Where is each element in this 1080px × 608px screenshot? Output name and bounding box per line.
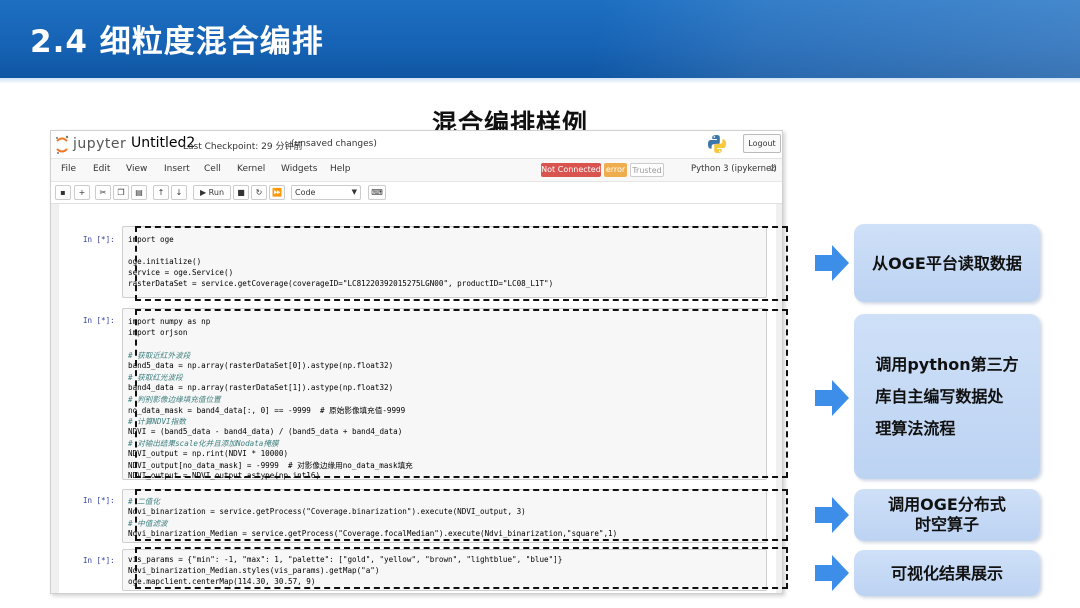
callout-read-data: 从OGE平台读取数据 bbox=[854, 224, 1040, 302]
jupyter-brand[interactable]: jupyter bbox=[73, 136, 126, 152]
highlight-box-oge-operators bbox=[135, 489, 788, 541]
add-cell-icon[interactable]: + bbox=[74, 185, 90, 200]
restart-icon[interactable]: ↻ bbox=[251, 185, 267, 200]
right-arrow-icon bbox=[815, 555, 849, 591]
callout-text: 可视化结果展示 bbox=[890, 563, 1003, 583]
restart-run-all-icon[interactable]: ⏩ bbox=[269, 185, 285, 200]
run-button[interactable]: ▶ Run bbox=[193, 185, 231, 200]
paste-icon[interactable]: ▤ bbox=[131, 185, 147, 200]
callout-visualization: 可视化结果展示 bbox=[854, 550, 1040, 596]
callout-text: 从OGE平台读取数据 bbox=[872, 253, 1022, 273]
cell-prompt: In [*]: bbox=[83, 496, 115, 505]
slide-header-band bbox=[0, 78, 1080, 84]
callout-text: 调用python第三方 库自主编写数据处 理算法流程 bbox=[875, 354, 1019, 438]
cell-prompt: In [*]: bbox=[83, 235, 115, 244]
jupyter-logo-icon[interactable] bbox=[55, 135, 69, 155]
not-connected-badge[interactable]: Not Connected bbox=[541, 163, 601, 177]
chevron-down-icon: ▼ bbox=[351, 188, 357, 196]
menu-cell[interactable]: Cell bbox=[204, 164, 221, 174]
keyboard-icon[interactable]: ⌨ bbox=[368, 185, 386, 200]
copy-icon[interactable]: ❐ bbox=[113, 185, 129, 200]
cell-prompt: In [*]: bbox=[83, 316, 115, 325]
cell-prompt: In [*]: bbox=[83, 556, 115, 565]
cut-icon[interactable]: ✂ bbox=[95, 185, 111, 200]
move-up-icon[interactable]: ↑ bbox=[153, 185, 169, 200]
cell-type-value: Code bbox=[295, 188, 316, 197]
checkpoint-status: Last Checkpoint: 29 分钟前 bbox=[183, 142, 303, 152]
menu-help[interactable]: Help bbox=[330, 164, 351, 174]
unsaved-status: (unsaved changes) bbox=[291, 139, 377, 149]
cell-type-select[interactable]: Code ▼ bbox=[291, 185, 361, 200]
menu-file[interactable]: File bbox=[61, 164, 76, 174]
highlight-box-visualization bbox=[135, 547, 788, 589]
kernel-name[interactable]: Python 3 (ipykernel) bbox=[691, 164, 777, 174]
save-icon[interactable]: ▪ bbox=[55, 185, 71, 200]
callout-text: 调用OGE分布式 时空算子 bbox=[888, 495, 1006, 534]
move-down-icon[interactable]: ↓ bbox=[171, 185, 187, 200]
menu-widgets[interactable]: Widgets bbox=[281, 164, 317, 174]
stop-icon[interactable]: ■ bbox=[233, 185, 249, 200]
callout-python-algorithm: 调用python第三方 库自主编写数据处 理算法流程 bbox=[854, 314, 1040, 479]
notebook-header: jupyter Untitled2 Last Checkpoint: 29 分钟… bbox=[51, 131, 782, 158]
python-logo-icon bbox=[708, 135, 726, 153]
highlight-box-python-algorithm bbox=[135, 309, 788, 478]
menu-insert[interactable]: Insert bbox=[164, 164, 190, 174]
logout-button[interactable]: Logout bbox=[743, 134, 781, 153]
error-badge[interactable]: error bbox=[604, 163, 627, 177]
menu-view[interactable]: View bbox=[126, 164, 147, 174]
menubar: File Edit View Insert Cell Kernel Widget… bbox=[51, 158, 782, 182]
menu-edit[interactable]: Edit bbox=[93, 164, 110, 174]
slide-title: 2.4 细粒度混合编排 bbox=[30, 24, 324, 60]
kernel-status-icon: ⊘ bbox=[769, 164, 777, 174]
callout-oge-operators: 调用OGE分布式 时空算子 bbox=[854, 489, 1040, 541]
right-arrow-icon bbox=[815, 245, 849, 281]
menu-kernel[interactable]: Kernel bbox=[237, 164, 265, 174]
toolbar: ▪ + ✂ ❐ ▤ ↑ ↓ ▶ Run ■ ↻ ⏩ Code ▼ ⌨ bbox=[51, 182, 782, 204]
trusted-badge[interactable]: Trusted bbox=[630, 163, 664, 177]
right-arrow-icon bbox=[815, 497, 849, 533]
highlight-box-read-data bbox=[135, 226, 788, 301]
run-label: Run bbox=[208, 188, 225, 197]
right-arrow-icon bbox=[815, 380, 849, 416]
